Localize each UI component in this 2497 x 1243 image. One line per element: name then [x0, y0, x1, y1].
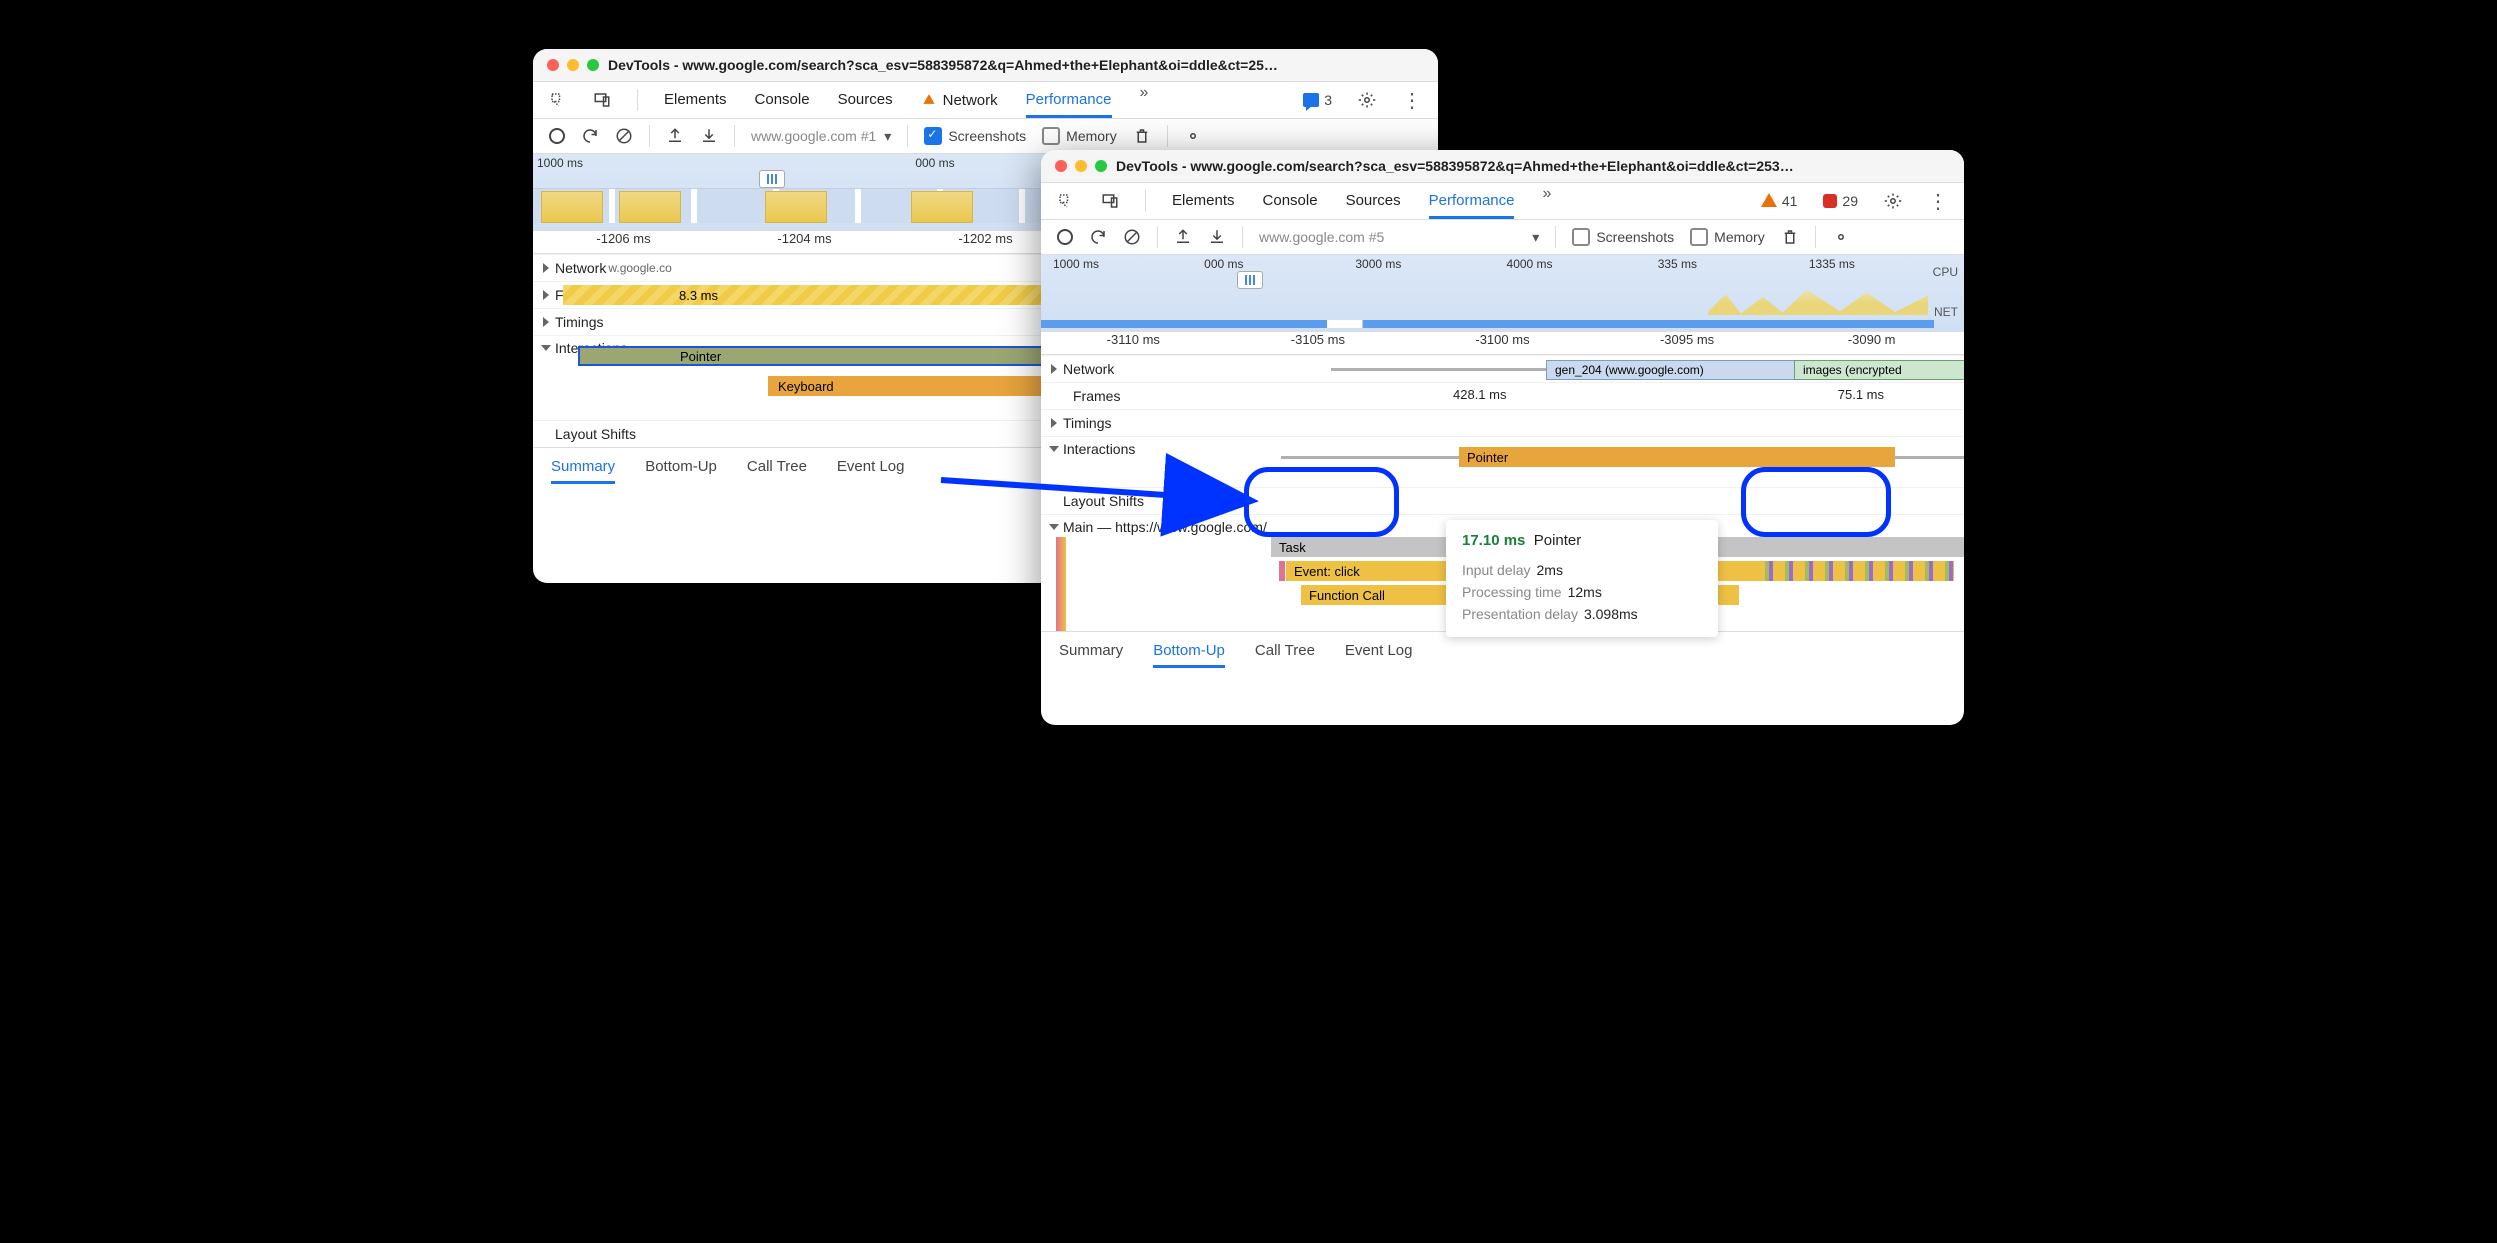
tab-summary[interactable]: Summary	[1059, 642, 1123, 668]
disclosure-icon[interactable]	[541, 345, 551, 351]
disclosure-icon[interactable]	[1051, 364, 1057, 374]
record-button[interactable]	[1057, 229, 1073, 245]
disclosure-icon[interactable]	[543, 317, 549, 327]
disclosure-icon[interactable]	[543, 263, 549, 273]
clear-icon[interactable]	[1123, 228, 1141, 246]
memory-toggle[interactable]: Memory	[1690, 228, 1765, 246]
message-icon	[1303, 93, 1319, 107]
page-select[interactable]: www.google.com #1▾	[751, 128, 891, 145]
overview-timeline[interactable]: 1000 ms000 ms3000 ms4000 ms335 ms1335 ms…	[1041, 255, 1964, 332]
tab-performance[interactable]: Performance	[1429, 185, 1515, 219]
tab-bottom-up[interactable]: Bottom-Up	[1153, 642, 1225, 668]
track-network[interactable]: Network gen_204 (www.google.com) images …	[1041, 355, 1964, 382]
main-toolbar: Elements Console Sources Network Perform…	[533, 82, 1438, 119]
memory-toggle[interactable]: Memory	[1042, 127, 1117, 145]
disclosure-icon[interactable]	[1051, 418, 1057, 428]
inspect-icon[interactable]	[1057, 192, 1075, 210]
frame-bar[interactable]: 8.3 ms	[563, 285, 1059, 305]
gear-icon[interactable]	[1358, 91, 1376, 109]
download-icon[interactable]	[700, 127, 718, 145]
tab-performance[interactable]: Performance	[1026, 84, 1112, 118]
reload-icon[interactable]	[581, 127, 599, 145]
menu-icon[interactable]: ⋮	[1928, 189, 1948, 214]
overview-handle[interactable]	[1237, 271, 1263, 289]
trash-icon[interactable]	[1133, 127, 1151, 145]
error-icon	[1823, 194, 1837, 208]
bottom-tabs: Summary Bottom-Up Call Tree Event Log	[1041, 631, 1964, 678]
tab-summary[interactable]: Summary	[551, 458, 615, 484]
warning-icon	[923, 94, 934, 104]
track-timings[interactable]: Timings	[1041, 409, 1964, 436]
net-item[interactable]: gen_204 (www.google.com)	[1546, 360, 1806, 380]
reload-icon[interactable]	[1089, 228, 1107, 246]
record-button[interactable]	[549, 128, 565, 144]
tooltip-label: Pointer	[1534, 532, 1582, 549]
cpu-label: CPU	[1933, 265, 1958, 279]
net-item[interactable]: images (encrypted	[1794, 360, 1964, 380]
window-title: DevTools - www.google.com/search?sca_esv…	[608, 57, 1278, 73]
upload-icon[interactable]	[1174, 228, 1192, 246]
tab-bottom-up[interactable]: Bottom-Up	[645, 458, 717, 484]
gear-icon[interactable]	[1884, 192, 1902, 210]
track-layout-shifts[interactable]: Layout Shifts	[1041, 487, 1964, 514]
tab-elements[interactable]: Elements	[1172, 185, 1235, 218]
errors-badge[interactable]: 29	[1823, 193, 1858, 209]
main-toolbar: Elements Console Sources Performance » 4…	[1041, 183, 1964, 220]
track-interactions[interactable]: Interactions Pointer	[1041, 436, 1964, 487]
devtools-window-2: DevTools - www.google.com/search?sca_esv…	[1041, 150, 1964, 725]
time-ruler[interactable]: -3110 ms-3105 ms-3100 ms-3095 ms-3090 m	[1041, 332, 1964, 355]
interaction-pointer-label[interactable]: Pointer	[1459, 447, 1516, 467]
titlebar[interactable]: DevTools - www.google.com/search?sca_esv…	[533, 49, 1438, 82]
perf-toolbar: www.google.com #5▾ Screenshots Memory	[1041, 220, 1964, 255]
track-frames[interactable]: Frames428.1 ms75.1 ms	[1041, 382, 1964, 409]
tab-network[interactable]: Network	[921, 84, 998, 117]
page-select[interactable]: www.google.com #5▾	[1259, 229, 1539, 246]
perf-settings-icon[interactable]	[1184, 127, 1202, 145]
tab-elements[interactable]: Elements	[664, 84, 727, 117]
tab-call-tree[interactable]: Call Tree	[747, 458, 807, 484]
disclosure-icon[interactable]	[1049, 446, 1059, 452]
device-icon[interactable]	[1101, 192, 1119, 210]
upload-icon[interactable]	[666, 127, 684, 145]
net-label: NET	[1934, 305, 1958, 319]
trash-icon[interactable]	[1781, 228, 1799, 246]
device-icon[interactable]	[593, 91, 611, 109]
tab-console[interactable]: Console	[755, 84, 810, 117]
disclosure-icon[interactable]	[543, 290, 549, 300]
more-tabs-icon[interactable]: »	[1140, 84, 1149, 117]
tab-sources[interactable]: Sources	[1346, 185, 1401, 218]
warnings-badge[interactable]: 41	[1761, 193, 1798, 209]
perf-settings-icon[interactable]	[1832, 228, 1850, 246]
screenshots-toggle[interactable]: Screenshots	[924, 127, 1026, 145]
traffic-lights[interactable]	[547, 59, 599, 71]
warning-icon	[1761, 193, 1777, 207]
traffic-lights[interactable]	[1055, 160, 1107, 172]
messages-badge[interactable]: 3	[1303, 92, 1332, 108]
interaction-tooltip: 17.10 ms Pointer Input delay2ms Processi…	[1446, 520, 1718, 637]
more-tabs-icon[interactable]: »	[1542, 185, 1551, 218]
overview-handle-left[interactable]	[759, 170, 785, 188]
window-title: DevTools - www.google.com/search?sca_esv…	[1116, 158, 1794, 174]
clear-icon[interactable]	[615, 127, 633, 145]
tab-event-log[interactable]: Event Log	[837, 458, 905, 484]
tab-call-tree[interactable]: Call Tree	[1255, 642, 1315, 668]
disclosure-icon[interactable]	[1049, 524, 1059, 530]
perf-toolbar: www.google.com #1▾ Screenshots Memory	[533, 119, 1438, 154]
titlebar[interactable]: DevTools - www.google.com/search?sca_esv…	[1041, 150, 1964, 183]
screenshots-toggle[interactable]: Screenshots	[1572, 228, 1674, 246]
tooltip-time: 17.10 ms	[1462, 532, 1525, 549]
inspect-icon[interactable]	[549, 91, 567, 109]
menu-icon[interactable]: ⋮	[1402, 88, 1422, 113]
tab-event-log[interactable]: Event Log	[1345, 642, 1413, 668]
tab-sources[interactable]: Sources	[838, 84, 893, 117]
download-icon[interactable]	[1208, 228, 1226, 246]
interaction-pointer-bar[interactable]	[1459, 447, 1895, 467]
tab-console[interactable]: Console	[1263, 185, 1318, 218]
